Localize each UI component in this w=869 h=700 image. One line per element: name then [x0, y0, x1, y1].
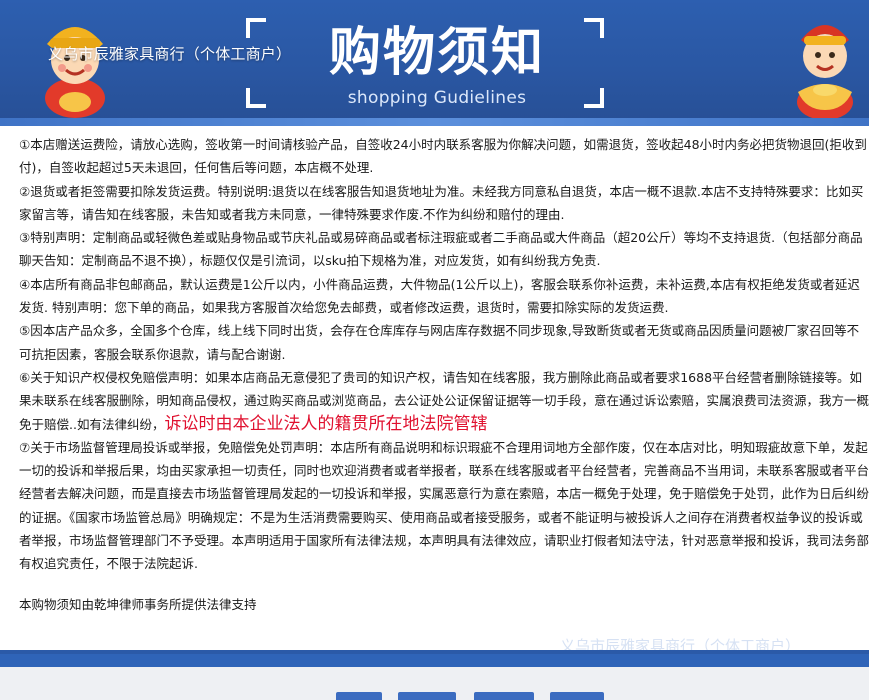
god-of-wealth-holding-ingot-icon: [784, 10, 866, 122]
page-subtitle: shopping Gudielines: [347, 88, 527, 108]
bracket-bottom-right: [584, 88, 604, 108]
notice-item-5: ⑤因本店产品众多，全国多个仓库，线上线下同时出货，会存在仓库库存与网店库存数据不…: [19, 323, 860, 362]
notice-item-7: ⑦关于市场监督管理局投诉或举报，免赔偿免处罚声明：本店所有商品说明和标识瑕疵不合…: [19, 439, 869, 572]
shop-name: 义乌市辰雅家具商行（个体工商户）: [48, 45, 292, 63]
next-section-title-fragment: [336, 690, 626, 700]
footer-band: [0, 654, 869, 667]
bracket-top-left: [246, 18, 266, 38]
page-title: 购物须知: [328, 22, 545, 83]
header-banner: 义乌市辰雅家具商行（个体工商户） 购物须知 shopping Gudieline…: [0, 0, 869, 126]
jurisdiction-highlight: 诉讼时由本企业法人的籍贯所在地法院管辖: [164, 413, 488, 434]
shopping-notice-body: ①本店赠送运费险，请放心选购，签收第一时间请核验产品，自签收24小时内联系客服为…: [19, 133, 869, 576]
notice-item-1: ①本店赠送运费险，请放心选购，签收第一时间请核验产品，自签收24小时内联系客服为…: [19, 137, 867, 176]
notice-item-3: ③特别声明：定制商品或轻微色差或贴身物品或节庆礼品或易碎商品或者标注瑕疵或者二手…: [19, 230, 863, 269]
notice-item-2: ②退货或者拒签需要扣除发货运费。特别说明:退货以在线客服告知退货地址为准。未经我…: [19, 183, 864, 222]
bracket-bottom-left: [246, 88, 266, 108]
notice-item-6: ⑥关于知识产权侵权免赔偿声明：如果本店商品无意侵犯了贵司的知识产权，请告知在线客…: [19, 366, 869, 436]
notice-item-4: ④本店所有商品非包邮商品，默认运费是1公斤以内，小件商品运费，大件物品(1公斤以…: [19, 276, 860, 316]
bracket-top-right: [584, 18, 604, 38]
legal-support-credit: 本购物须知由乾坤律师事务所提供法律支持: [19, 597, 257, 612]
god-of-wealth-mascot-icon: [34, 8, 116, 120]
